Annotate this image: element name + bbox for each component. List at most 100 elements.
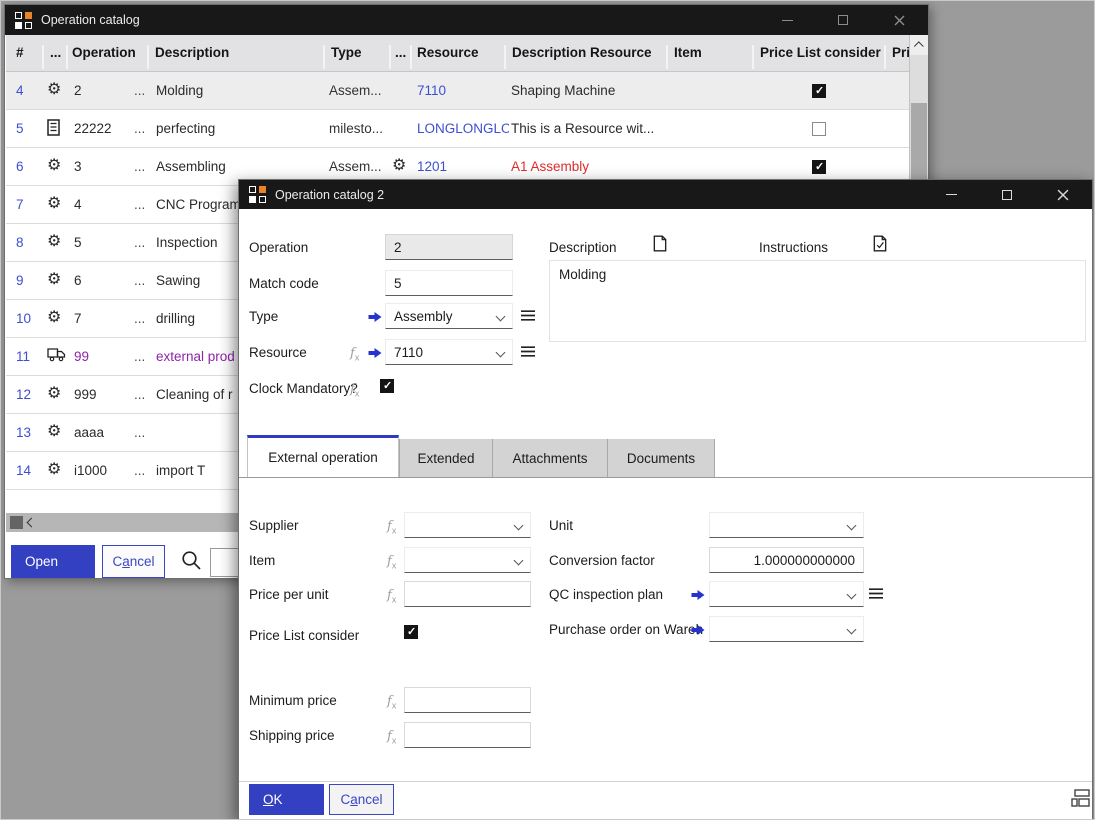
scroll-left-icon[interactable] (27, 518, 37, 528)
item-dropdown[interactable] (404, 547, 531, 573)
type-dropdown[interactable]: Assembly (385, 303, 513, 329)
row-number[interactable]: 11 (16, 349, 30, 364)
row-ellipsis[interactable]: ... (134, 425, 145, 440)
row-number[interactable]: 9 (16, 273, 24, 288)
col-item[interactable]: Item (674, 45, 702, 60)
horizontal-scroll-thumb[interactable] (10, 516, 23, 529)
resource-goto-arrow-icon[interactable] (368, 346, 382, 358)
conversion-factor-input[interactable]: 1.000000000000 (709, 547, 864, 573)
resource-fx-icon[interactable]: fx (350, 345, 366, 363)
price-list-checkbox[interactable] (812, 84, 826, 98)
ok-button[interactable]: OK (249, 784, 324, 815)
row-ellipsis[interactable]: ... (134, 273, 145, 288)
description-textarea[interactable]: Molding (549, 260, 1086, 342)
tab-documents[interactable]: Documents (607, 439, 715, 477)
unit-dropdown[interactable] (709, 512, 864, 538)
col-icon-dots[interactable]: ... (50, 45, 61, 60)
row-number[interactable]: 6 (16, 159, 24, 174)
col-type[interactable]: Type (331, 45, 362, 60)
resource-list-icon[interactable] (520, 345, 536, 358)
tab-external-operation[interactable]: External operation (247, 435, 399, 477)
row-ellipsis[interactable]: ... (134, 83, 145, 98)
clock-mandatory-checkbox[interactable] (380, 379, 394, 393)
tab-extended[interactable]: Extended (399, 439, 492, 477)
scroll-up-icon[interactable] (910, 35, 928, 55)
resource-link[interactable]: LONGLONGLONG (417, 121, 509, 136)
col-price-list-consider[interactable]: Price List consider (760, 45, 881, 60)
row-ellipsis[interactable]: ... (134, 121, 145, 136)
row-number[interactable]: 14 (16, 463, 31, 478)
search-icon[interactable] (181, 550, 202, 576)
tab-attachments[interactable]: Attachments (492, 439, 607, 477)
price-per-unit-input[interactable] (404, 581, 531, 607)
row-number[interactable]: 7 (16, 197, 24, 212)
price-list-checkbox[interactable] (812, 122, 826, 136)
type-goto-arrow-icon[interactable] (368, 310, 382, 322)
row-ellipsis[interactable]: ... (134, 349, 145, 364)
row-ellipsis[interactable]: ... (134, 387, 145, 402)
supplier-dropdown[interactable] (404, 512, 531, 538)
match-code-input[interactable]: 5 (385, 270, 513, 296)
row-ellipsis[interactable]: ... (134, 197, 145, 212)
price-list-checkbox[interactable] (812, 160, 826, 174)
price-per-unit-fx-icon[interactable]: fx (387, 587, 403, 605)
purchase-order-dropdown[interactable] (709, 616, 864, 642)
catalog-titlebar[interactable]: Operation catalog (5, 5, 928, 35)
row-number[interactable]: 4 (16, 83, 24, 98)
qc-goto-arrow-icon[interactable] (691, 588, 705, 600)
maximize-icon[interactable] (994, 185, 1020, 205)
resource-link[interactable]: 1201 (417, 159, 509, 174)
col-description[interactable]: Description (155, 45, 229, 60)
supplier-fx-icon[interactable]: fx (387, 518, 403, 536)
form-layout-icon[interactable] (1071, 789, 1090, 812)
row-ellipsis[interactable]: ... (134, 311, 145, 326)
col-num[interactable]: # (16, 45, 24, 60)
minimum-price-input[interactable] (404, 687, 531, 713)
catalog-cancel-button[interactable]: Cancel (102, 545, 165, 578)
shipping-price-fx-icon[interactable]: fx (387, 728, 403, 746)
operation-cell: 3 (74, 159, 130, 174)
open-button[interactable]: Open (11, 545, 95, 578)
resource-dropdown[interactable]: 7110 (385, 339, 513, 365)
row-ellipsis[interactable]: ... (134, 235, 145, 250)
row-ellipsis[interactable]: ... (134, 159, 145, 174)
type-list-icon[interactable] (520, 309, 536, 322)
table-row[interactable]: 4 ⚙ 2 ... Molding Assem... ⚙ 7110 Shapin… (6, 72, 909, 110)
row-number[interactable]: 13 (16, 425, 31, 440)
operation-input[interactable]: 2 (385, 234, 513, 260)
col-resource[interactable]: Resource (417, 45, 479, 60)
price-list-consider-label: Price List consider (249, 628, 359, 643)
price-list-consider-checkbox[interactable] (404, 625, 418, 639)
dialog-titlebar[interactable]: Operation catalog 2 (239, 180, 1092, 209)
row-number[interactable]: 12 (16, 387, 31, 402)
conversion-factor-label: Conversion factor (549, 553, 655, 568)
maximize-icon[interactable] (830, 10, 856, 30)
description-cell: perfecting (156, 121, 324, 136)
type-cell: Assem... (329, 159, 389, 174)
close-icon[interactable] (1050, 185, 1076, 205)
shipping-price-input[interactable] (404, 722, 531, 748)
row-number[interactable]: 8 (16, 235, 24, 250)
instructions-document-icon[interactable] (873, 235, 887, 257)
col-operation[interactable]: Operation (72, 45, 136, 60)
description-document-icon[interactable] (653, 235, 667, 257)
row-ellipsis[interactable]: ... (134, 463, 145, 478)
close-icon[interactable] (886, 10, 912, 30)
row-number[interactable]: 10 (16, 311, 31, 326)
purchase-order-goto-arrow-icon[interactable] (691, 623, 705, 635)
qc-list-icon[interactable] (868, 587, 884, 600)
col-description-resource[interactable]: Description Resource (512, 45, 652, 60)
clock-fx-icon[interactable]: fx (350, 381, 366, 399)
minimize-icon[interactable] (774, 10, 800, 30)
minimize-icon[interactable] (938, 185, 964, 205)
row-number[interactable]: 5 (16, 121, 24, 136)
col-res-dots[interactable]: ... (395, 45, 406, 60)
item-fx-icon[interactable]: fx (387, 553, 403, 571)
dialog-cancel-button[interactable]: Cancel (329, 784, 394, 815)
resource-link[interactable]: 7110 (417, 83, 509, 98)
shipping-price-label: Shipping price (249, 728, 335, 743)
gear-icon: ⚙ (47, 195, 61, 213)
table-row[interactable]: 5 ⚙ 22222 ... perfecting milesto... ⚙ LO… (6, 110, 909, 148)
minimum-price-fx-icon[interactable]: fx (387, 693, 403, 711)
qc-inspection-plan-dropdown[interactable] (709, 581, 864, 607)
